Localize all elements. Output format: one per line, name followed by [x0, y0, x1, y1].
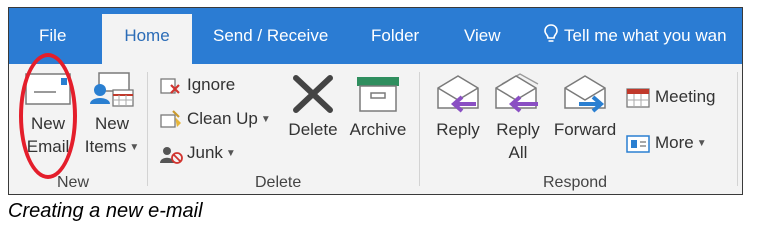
ignore-icon: [160, 77, 180, 94]
meeting-calendar-icon: [626, 87, 650, 108]
chevron-down-icon: ▼: [129, 142, 140, 153]
tab-folder[interactable]: Folder: [371, 8, 419, 64]
tab-view[interactable]: View: [464, 8, 501, 64]
envelope-icon: [25, 73, 71, 105]
forward-label: Forward: [553, 120, 617, 139]
reply-icon: [437, 75, 479, 113]
ribbon-tab-bar: File Home Send / Receive Folder View Tel…: [9, 8, 742, 64]
tab-file[interactable]: File: [39, 8, 66, 64]
archive-button[interactable]: Archive: [345, 74, 411, 141]
group-divider: [419, 72, 420, 186]
outlook-ribbon-screenshot: File Home Send / Receive Folder View Tel…: [8, 7, 743, 195]
clean-up-button[interactable]: Clean Up ▼: [159, 106, 271, 132]
forward-button[interactable]: Forward: [551, 72, 619, 141]
reply-button[interactable]: Reply: [429, 72, 487, 141]
group-label-delete: Delete: [255, 174, 302, 191]
ignore-label: Ignore: [187, 75, 236, 94]
archive-box-icon: [357, 77, 399, 112]
group-divider: [147, 72, 148, 186]
new-items-icon: [90, 72, 134, 107]
group-label-new: New: [57, 174, 90, 191]
ribbon-home-panel: New Email New Items ▼ New Ignore Clean U…: [9, 64, 742, 194]
more-respond-icon: [626, 134, 650, 153]
junk-button[interactable]: Junk ▼: [159, 140, 236, 166]
new-email-label-2: Email: [26, 137, 70, 156]
group-divider: [737, 72, 738, 186]
delete-button[interactable]: Delete: [285, 74, 341, 141]
more-button[interactable]: More ▼: [625, 130, 707, 156]
lightbulb-icon: [544, 24, 558, 42]
forward-icon: [564, 75, 606, 113]
tell-me-text: Tell me what you wan: [564, 26, 727, 45]
meeting-button[interactable]: Meeting: [625, 84, 715, 110]
new-email-label-1: New: [30, 114, 65, 133]
chevron-down-icon: ▼: [696, 138, 707, 149]
delete-label: Delete: [288, 120, 338, 139]
tab-home[interactable]: Home: [102, 14, 192, 64]
archive-label: Archive: [349, 120, 407, 139]
new-email-button[interactable]: New Email: [11, 70, 85, 158]
chevron-down-icon: ▼: [260, 114, 271, 125]
new-items-label-1: New: [94, 114, 129, 133]
delete-x-icon: [293, 75, 333, 113]
reply-all-label-2: All: [508, 143, 528, 162]
new-items-label-2: Items: [84, 137, 127, 156]
figure-caption: Creating a new e-mail: [8, 200, 203, 222]
new-items-button[interactable]: New Items ▼: [81, 70, 143, 159]
tell-me-box[interactable]: Tell me what you wan: [544, 8, 727, 64]
reply-all-icon: [495, 73, 539, 113]
junk-icon: [160, 146, 183, 164]
ignore-button[interactable]: Ignore: [159, 72, 235, 98]
chevron-down-icon: ▼: [225, 148, 236, 159]
reply-label: Reply: [436, 120, 480, 139]
group-label-respond: Respond: [543, 174, 608, 191]
tab-send-receive[interactable]: Send / Receive: [213, 8, 328, 64]
reply-all-button[interactable]: Reply All: [489, 72, 547, 164]
junk-label: Junk: [187, 143, 223, 162]
meeting-label: Meeting: [655, 87, 716, 106]
clean-up-icon: [160, 109, 181, 128]
clean-up-label: Clean Up: [187, 109, 258, 128]
more-label: More: [655, 133, 694, 152]
reply-all-label-1: Reply: [496, 120, 540, 139]
